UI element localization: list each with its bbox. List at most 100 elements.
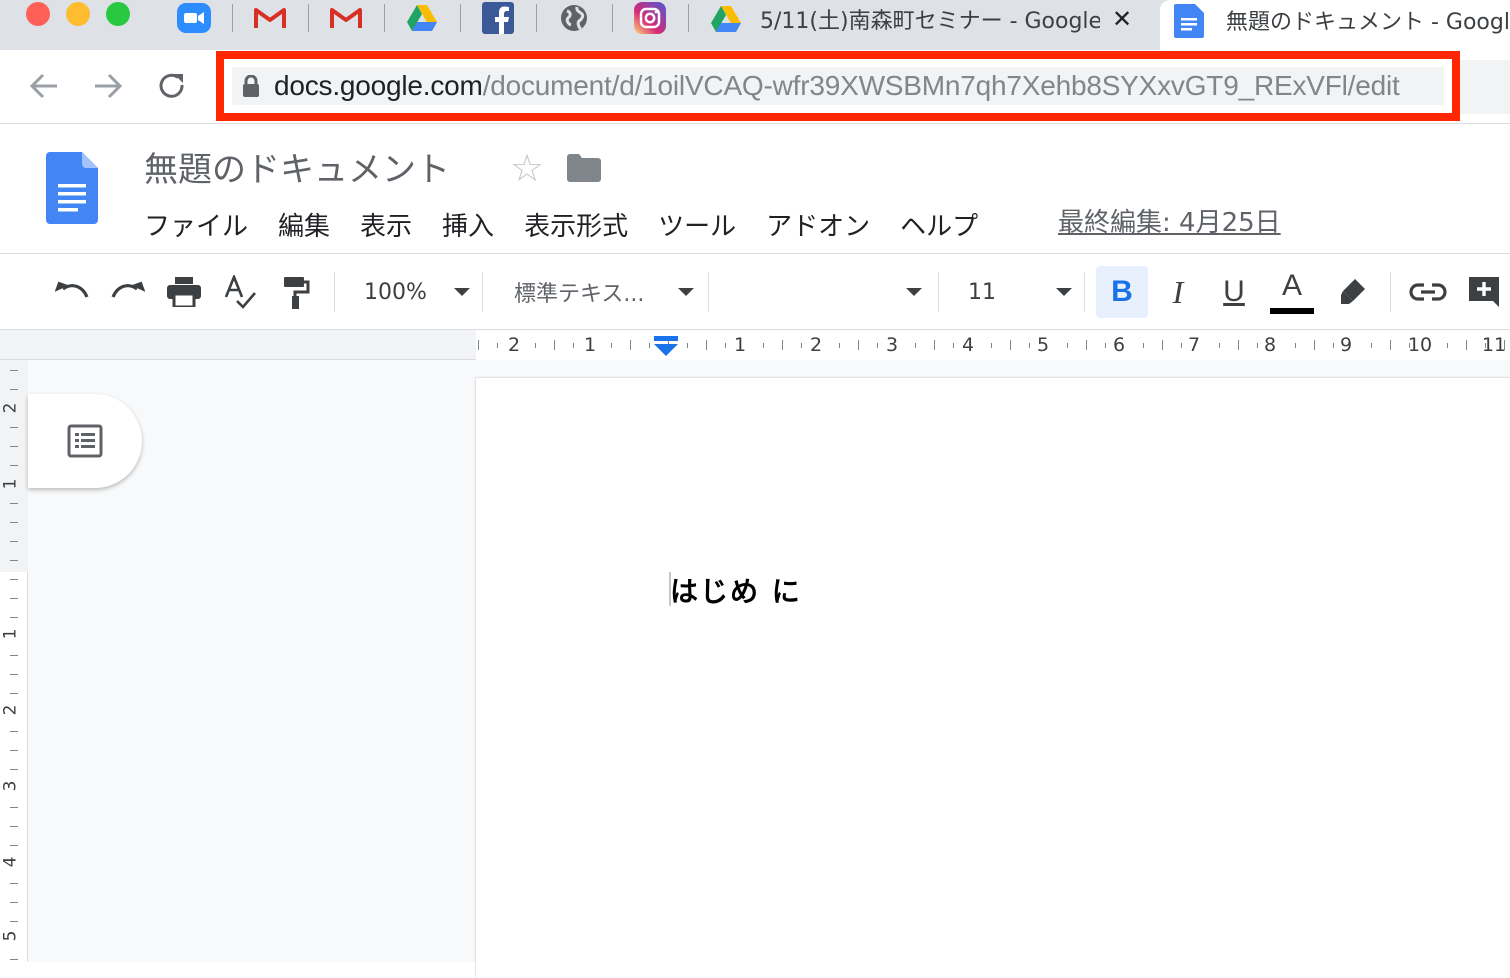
move-to-folder-button[interactable] [567, 154, 601, 186]
forward-button[interactable] [90, 68, 126, 104]
reload-icon [159, 73, 184, 98]
ruler-tick [1295, 343, 1296, 348]
ruler-tick [1333, 343, 1334, 348]
tab-close-button[interactable]: ✕ [1112, 5, 1132, 33]
horizontal-ruler[interactable]: 2 1 1 2 3 4 5 6 7 8 9 10 11 [0, 330, 1510, 360]
ruler-tick [649, 343, 650, 348]
redo-button[interactable] [106, 268, 150, 316]
document-page[interactable]: はじめ に [476, 378, 1510, 978]
ruler-label: 7 [1187, 334, 1201, 356]
globe-icon [561, 5, 587, 31]
indent-marker-icon[interactable] [652, 336, 680, 358]
ruler-tick [1238, 340, 1239, 350]
undo-icon [55, 281, 89, 298]
print-icon [167, 277, 201, 307]
insert-link-button[interactable] [1404, 268, 1452, 316]
url-host: docs.google.com [274, 70, 483, 101]
menu-tools[interactable]: ツール [658, 206, 736, 243]
ruler-tick [1371, 343, 1372, 348]
paragraph-style-select[interactable]: 標準テキス... [500, 268, 694, 316]
vertical-ruler[interactable]: 2 1 1 2 3 4 5 [0, 360, 28, 962]
chevron-down-icon [454, 288, 470, 296]
ruler-tick [535, 343, 536, 348]
vertical-ruler-tick [10, 370, 18, 371]
ruler-label: 8 [1263, 334, 1277, 356]
vertical-ruler-tick [10, 883, 18, 884]
vertical-ruler-label: 2 [0, 704, 21, 716]
pinned-tab-gmail[interactable] [232, 0, 308, 36]
font-size-select[interactable]: 11 [954, 268, 1072, 316]
pinned-tab-gmail-2[interactable] [308, 0, 384, 36]
underline-button[interactable]: U [1212, 268, 1256, 316]
pinned-tab-facebook[interactable] [460, 0, 536, 36]
window-minimize-button[interactable] [66, 2, 90, 26]
vertical-ruler-tick [10, 503, 18, 504]
menu-format[interactable]: 表示形式 [524, 206, 628, 243]
arrow-left-icon [29, 73, 57, 99]
pinned-tab-instagram[interactable] [612, 0, 688, 36]
address-bar[interactable]: docs.google.com/document/d/1oilVCAQ-wfr3… [232, 67, 1444, 105]
ruler-tick [687, 343, 688, 348]
font-select[interactable] [722, 268, 922, 316]
ruler-label: 2 [507, 334, 521, 356]
tab-strip: 5/11(土)南森町セミナー - Google ✕ 無題のドキュメント - Go… [0, 0, 1510, 50]
last-edit-link[interactable]: 最終編集: 4月25日 [1058, 202, 1281, 239]
ruler-tick [934, 340, 935, 350]
vertical-ruler-tick [10, 731, 18, 732]
pinned-tab-drive[interactable] [384, 0, 460, 36]
ruler-tick [1504, 340, 1505, 350]
ruler-label: 1 [733, 334, 747, 356]
star-icon[interactable]: ☆ [510, 146, 544, 190]
url-text[interactable]: docs.google.com/document/d/1oilVCAQ-wfr3… [274, 70, 1400, 102]
bold-button[interactable]: B [1096, 266, 1148, 318]
menu-insert[interactable]: 挿入 [442, 206, 494, 243]
ruler-tick [630, 340, 631, 350]
document-title[interactable]: 無題のドキュメント [144, 142, 450, 191]
reload-button[interactable] [154, 68, 190, 104]
font-size-value: 11 [968, 279, 996, 305]
text-color-swatch [1270, 308, 1314, 314]
pinned-tab-globe[interactable] [536, 0, 612, 36]
zoom-select[interactable]: 100% [352, 268, 470, 316]
vertical-ruler-tick [10, 959, 18, 960]
tab-docs-active[interactable]: 無題のドキュメント - Googl [1160, 0, 1510, 50]
ruler-tick [1086, 340, 1087, 350]
menu-addons[interactable]: アドオン [766, 206, 870, 243]
spellcheck-button[interactable] [218, 268, 262, 316]
window-zoom-button[interactable] [106, 2, 130, 26]
ruler-tick [763, 343, 764, 348]
window-close-button[interactable] [26, 2, 50, 26]
insert-comment-button[interactable] [1464, 268, 1504, 316]
vertical-ruler-tick [10, 826, 18, 827]
tab-seminar[interactable]: 5/11(土)南森町セミナー - Google ✕ [696, 0, 1150, 38]
document-outline-button[interactable] [28, 394, 142, 488]
document-body-text[interactable]: はじめ に [670, 570, 802, 610]
ruler-label: 4 [961, 334, 975, 356]
menu-view[interactable]: 表示 [360, 206, 412, 243]
ruler-tick [573, 343, 574, 348]
ruler-tick [1162, 340, 1163, 350]
menu-help[interactable]: ヘルプ [900, 206, 978, 243]
gmail-icon [330, 8, 362, 28]
browser-toolbar: docs.google.com/document/d/1oilVCAQ-wfr3… [0, 50, 1510, 124]
facebook-icon [482, 2, 514, 34]
highlight-color-button[interactable] [1330, 268, 1374, 316]
gmail-icon [254, 8, 286, 28]
docs-home-logo[interactable] [46, 152, 98, 228]
ruler-tick [611, 343, 612, 348]
vertical-ruler-tick [10, 693, 18, 694]
print-button[interactable] [162, 268, 206, 316]
pinned-tab-zoom[interactable] [156, 0, 232, 36]
menu-edit[interactable]: 編集 [278, 206, 330, 243]
italic-button[interactable]: I [1156, 268, 1200, 316]
back-button[interactable] [26, 68, 62, 104]
text-color-icon: A [1281, 269, 1302, 302]
menu-bar: ファイル 編集 表示 挿入 表示形式 ツール アドオン ヘルプ [144, 206, 1008, 243]
text-color-button[interactable]: A [1268, 268, 1316, 316]
ruler-tick [1029, 343, 1030, 348]
ruler-label: 10 [1407, 334, 1433, 356]
menu-file[interactable]: ファイル [144, 206, 248, 243]
vertical-ruler-tick [10, 465, 18, 466]
undo-button[interactable] [50, 268, 94, 316]
paint-format-button[interactable] [274, 268, 318, 316]
